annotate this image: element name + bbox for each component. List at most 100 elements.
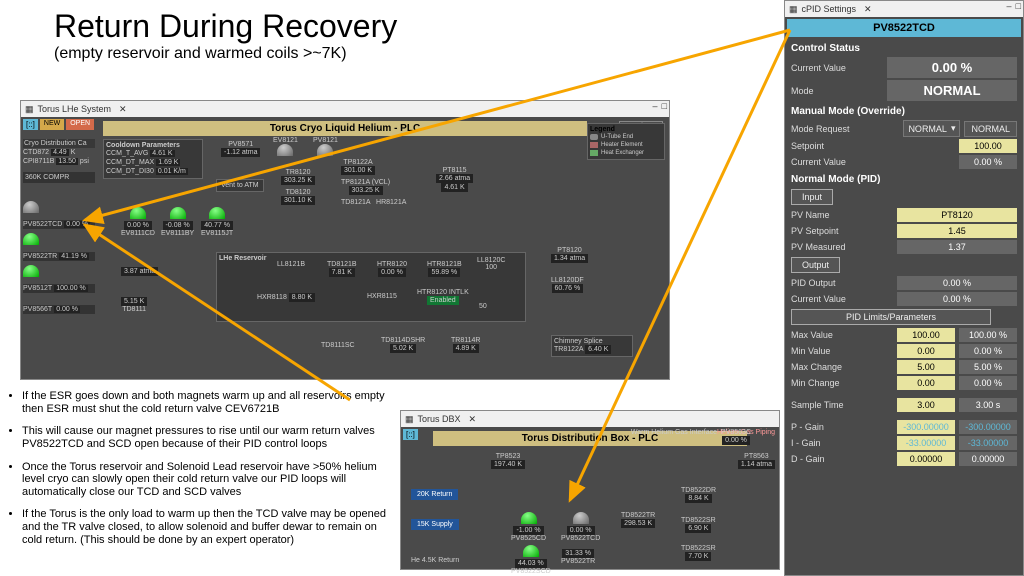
maxc1-input[interactable]: 5.00 <box>897 360 955 374</box>
plc2-window: ▦Torus DBX✕ [::] Torus Distribution Box … <box>400 410 780 570</box>
d-l: D - Gain <box>791 454 893 464</box>
pvsp-input[interactable]: 1.45 <box>897 224 1017 238</box>
mode-value: NORMAL <box>887 80 1017 101</box>
min-icon[interactable]: – <box>653 101 658 111</box>
list-item: If the Torus is the only load to warm up… <box>22 508 392 546</box>
lhe-reservoir: LHe Reservoir LL8121B TD8121B7.81 K HTR8… <box>216 252 526 322</box>
max-icon[interactable]: □ <box>1016 1 1021 11</box>
side-h: Cryo Distribution Ca <box>23 139 95 148</box>
limits-button[interactable]: PID Limits/Parameters <box>791 309 991 325</box>
plc1-wtitle: Torus LHe System <box>38 104 112 114</box>
mcv-value: 0.00 % <box>959 155 1017 169</box>
cpid-win-title: cPID Settings <box>802 4 857 14</box>
expand-button[interactable]: [::] <box>23 119 38 130</box>
new-button[interactable]: NEW <box>40 119 64 130</box>
modereq-button[interactable]: NORMAL <box>964 121 1017 137</box>
valve-icon[interactable] <box>523 545 539 557</box>
cv-label: Current Value <box>791 63 883 73</box>
valve-icon[interactable] <box>23 265 39 277</box>
valve-icon[interactable] <box>521 512 537 524</box>
cv-value: 0.00 % <box>887 57 1017 78</box>
mcv-label: Current Value <box>791 157 955 167</box>
pvname-l: PV Name <box>791 210 893 220</box>
max-icon[interactable]: □ <box>662 101 667 111</box>
cooldown-panel: Cooldown Parameters CCM_T_AVG4.61 K CCM_… <box>103 139 203 179</box>
ventatm-box: Vent to ATM <box>216 179 264 192</box>
st-l: Sample Time <box>791 400 893 410</box>
list-item: If the ESR goes down and both magnets wa… <box>22 390 392 415</box>
min-icon[interactable]: – <box>1007 1 1012 11</box>
valve-icon[interactable] <box>573 512 589 524</box>
utube-icon <box>590 134 598 140</box>
heater-icon <box>590 142 598 148</box>
minc1-input[interactable]: 0.00 <box>897 376 955 390</box>
plc2-wtitle: Torus DBX <box>418 414 461 424</box>
chevron-down-icon: ▾ <box>951 123 956 134</box>
d1-input[interactable]: 0.00000 <box>897 452 955 466</box>
plc1-title: Torus Cryo Liquid Helium - PLC <box>103 121 587 136</box>
max2-v: 100.00 % <box>959 328 1017 342</box>
modereq-dropdown[interactable]: NORMAL▾ <box>903 120 960 137</box>
plc1-sidebar: Cryo Distribution Ca CTD8724.49K CPI8711… <box>23 139 95 314</box>
valve-icon[interactable] <box>170 207 186 219</box>
valve-icon[interactable] <box>277 144 293 156</box>
sp-label: Setpoint <box>791 141 955 151</box>
mode-label: Mode <box>791 86 883 96</box>
he4-label: He 4.5K Return <box>411 557 459 564</box>
expand-button[interactable]: [::] <box>403 429 418 440</box>
p-l: P - Gain <box>791 422 893 432</box>
modereq-label: Mode Request <box>791 124 899 134</box>
max1-input[interactable]: 100.00 <box>897 328 955 342</box>
st1-input[interactable]: 3.00 <box>897 398 955 412</box>
list-item: This will cause our magnet pressures to … <box>22 425 392 450</box>
sp-input[interactable]: 100.00 <box>959 139 1017 153</box>
close-icon[interactable]: ✕ <box>469 414 477 425</box>
pvmeas-l: PV Measured <box>791 242 893 252</box>
cpid-window: ▦ cPID Settings ✕ –□ PV8522TCD Control S… <box>784 0 1024 576</box>
max-l: Max Value <box>791 330 893 340</box>
pvmeas-v: 1.37 <box>897 240 1017 254</box>
valve-icon[interactable] <box>130 207 146 219</box>
min1-input[interactable]: 0.00 <box>897 344 955 358</box>
window-icon: ▦ <box>25 104 34 115</box>
chimney-box: Chimney Splice TR8122A 6.40 K <box>551 335 633 357</box>
cpid-titlebar[interactable]: ▦ cPID Settings ✕ –□ <box>785 1 1023 17</box>
cpid-device: PV8522TCD <box>787 19 1021 37</box>
legend: Legend U-Tube End Heater Element Heat Ex… <box>587 123 665 160</box>
sup15-label: 15K Supply <box>411 519 459 530</box>
open-button[interactable]: OPEN <box>66 119 94 130</box>
i1-input[interactable]: -33.00000 <box>897 436 955 450</box>
ncv-l: Current Value <box>791 294 893 304</box>
min-l: Min Value <box>791 346 893 356</box>
close-icon[interactable]: ✕ <box>864 4 872 15</box>
manual-h: Manual Mode (Override) <box>785 102 1023 119</box>
pidout-l: PID Output <box>791 278 893 288</box>
st2-v: 3.00 s <box>959 398 1017 412</box>
p2-v: -300.00000 <box>959 420 1017 434</box>
i-l: I - Gain <box>791 438 893 448</box>
p1-input[interactable]: -300.00000 <box>897 420 955 434</box>
minc2-v: 0.00 % <box>959 376 1017 390</box>
ncv-v: 0.00 % <box>897 292 1017 306</box>
window-icon: ▦ <box>405 414 414 425</box>
i2-v: -33.00000 <box>959 436 1017 450</box>
plc1-window: ▦ Torus LHe System ✕ –□ [::] NEW OPEN Torus… <box>20 100 670 380</box>
valve-icon[interactable] <box>317 144 333 156</box>
plc1-titlebar[interactable]: ▦ Torus LHe System ✕ –□ <box>21 101 669 117</box>
close-icon[interactable]: ✕ <box>119 104 127 115</box>
valve-icon[interactable] <box>23 233 39 245</box>
heatex-icon <box>590 150 598 156</box>
maxc-l: Max Change <box>791 362 893 372</box>
plc2-titlebar[interactable]: ▦ Torus DBX ✕ <box>401 411 779 427</box>
d2-v: 0.00000 <box>959 452 1017 466</box>
min2-v: 0.00 % <box>959 344 1017 358</box>
output-button[interactable]: Output <box>791 257 840 273</box>
valve-icon[interactable] <box>23 201 39 213</box>
input-button[interactable]: Input <box>791 189 833 205</box>
pvsp-l: PV Setpoint <box>791 226 893 236</box>
pvname-input[interactable]: PT8120 <box>897 208 1017 222</box>
valve-icon[interactable] <box>209 207 225 219</box>
ret20-label: 20K Return <box>411 489 458 500</box>
minc-l: Min Change <box>791 378 893 388</box>
window-icon: ▦ <box>789 4 798 15</box>
